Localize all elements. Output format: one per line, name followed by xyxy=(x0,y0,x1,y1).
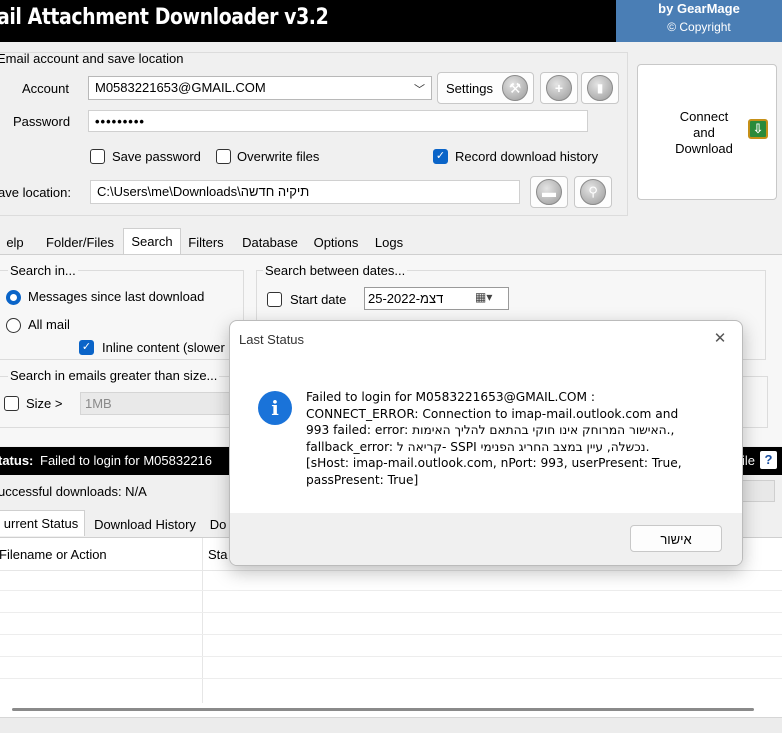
connect-line2: and xyxy=(693,125,715,140)
grid-line xyxy=(0,656,782,657)
bottom-strip xyxy=(0,717,782,733)
download-icon: ⇩ xyxy=(748,119,768,139)
tab-logs[interactable]: Logs xyxy=(367,230,411,254)
grid-line xyxy=(0,678,782,679)
grid-line xyxy=(0,612,782,613)
brand-box[interactable]: by GearMage © Copyright xyxy=(616,0,782,42)
save-password-label: Save password xyxy=(112,149,201,164)
progress-field xyxy=(741,480,775,502)
help-icon[interactable]: ? xyxy=(760,451,777,469)
tab-database[interactable]: Database xyxy=(236,230,304,254)
calendar-icon: ▦▾ xyxy=(475,290,493,304)
dates-title: Search between dates... xyxy=(263,263,408,278)
dialog-title: Last Status xyxy=(239,332,305,347)
chevron-down-icon: ﹀ xyxy=(414,84,425,96)
start-date-picker[interactable]: 25-דצמ-2022 ▦▾ xyxy=(364,287,509,310)
connect-label: Connect and Download xyxy=(656,109,752,157)
message-line: CONNECT_ERROR: Connection to imap-mail.o… xyxy=(306,406,679,421)
all-mail-radio[interactable] xyxy=(6,318,21,333)
tab-current-status[interactable]: urrent Status xyxy=(0,510,85,536)
search-in-title: Search in... xyxy=(8,263,78,278)
dialog-close-button[interactable]: ✕ xyxy=(708,329,732,351)
connect-line3: Download xyxy=(675,141,733,156)
size-group-title: Search in emails greater than size... xyxy=(8,368,220,383)
tab-download-history[interactable]: Download History xyxy=(88,512,202,536)
save-password-checkbox[interactable] xyxy=(90,149,105,164)
brand-by: by GearMage xyxy=(658,1,740,16)
message-line: Failed to login for M0583221653@GMAIL.CO… xyxy=(306,390,595,404)
wrench-icon: ⚒ xyxy=(502,75,528,101)
all-mail-label: All mail xyxy=(28,317,70,332)
message-line: fallback_error: קריאה ל- SSPI נכשלה, עיי… xyxy=(306,439,650,454)
message-line: 993 failed: error: האישור המרוחק אינו חו… xyxy=(306,423,675,438)
col-filename: Filename or Action xyxy=(0,547,107,562)
status-right-text: ile xyxy=(742,453,756,468)
grid-line xyxy=(0,590,782,591)
since-last-radio[interactable] xyxy=(6,290,21,305)
record-history-checkbox[interactable]: ✓ xyxy=(433,149,448,164)
account-group-title: Email account and save location xyxy=(0,51,184,66)
save-location-input[interactable]: C:\Users\me\Downloads\תיקיה חדשה xyxy=(90,180,520,204)
size-checkbox[interactable] xyxy=(4,396,19,411)
since-last-label: Messages since last download xyxy=(28,289,205,304)
account-value: M0583221653@GMAIL.COM xyxy=(95,80,266,95)
overwrite-files-label: Overwrite files xyxy=(237,149,320,164)
info-icon: i xyxy=(258,391,292,425)
password-input[interactable]: ••••••••• xyxy=(88,110,588,132)
tab-options[interactable]: Options xyxy=(307,230,365,254)
tab-filters[interactable]: Filters xyxy=(182,230,230,254)
ok-button[interactable]: אישור xyxy=(630,525,722,552)
app-title: ail Attachment Downloader v3.2 xyxy=(0,5,329,30)
overwrite-files-checkbox[interactable] xyxy=(216,149,231,164)
open-folder-button[interactable]: ⚲ xyxy=(574,176,612,208)
password-label: Password xyxy=(13,114,71,129)
status-text: Failed to login for M05832216 xyxy=(40,453,213,468)
dialog-message: Failed to login for M0583221653@GMAIL.CO… xyxy=(306,389,726,489)
connect-line1: Connect xyxy=(679,109,729,124)
trash-icon: ▮ xyxy=(587,75,613,101)
magnifier-icon: ⚲ xyxy=(580,179,606,205)
tab-downloads-partial[interactable]: Do xyxy=(206,512,230,536)
size-combo[interactable]: 1MB xyxy=(80,392,230,415)
col-status: Sta xyxy=(208,547,228,562)
browse-folder-button[interactable]: ▬ xyxy=(530,176,568,208)
settings-label: Settings xyxy=(446,81,493,96)
last-status-dialog: Last Status ✕ i Failed to login for M058… xyxy=(229,320,743,566)
successful-downloads: uccessful downloads: N/A xyxy=(0,484,147,499)
tab-help[interactable]: elp xyxy=(0,230,32,254)
horizontal-scrollbar[interactable] xyxy=(12,708,754,711)
plus-icon: + xyxy=(546,75,572,101)
tab-search[interactable]: Search xyxy=(123,228,181,254)
tab-folder-files[interactable]: Folder/Files xyxy=(40,230,120,254)
inline-content-label: Inline content (slower xyxy=(102,340,225,355)
message-line: passPresent: True] xyxy=(306,472,419,487)
inline-content-checkbox[interactable]: ✓ xyxy=(79,340,94,355)
start-date-checkbox[interactable] xyxy=(267,292,282,307)
dialog-footer: אישור xyxy=(230,513,742,565)
start-date-value: 25-דצמ-2022 xyxy=(368,291,444,306)
delete-account-button[interactable]: ▮ xyxy=(581,72,619,104)
size-label: Size > xyxy=(26,396,63,411)
status-label: tatus: xyxy=(0,453,34,468)
connect-download-button[interactable]: Connect and Download ⇩ xyxy=(637,64,777,200)
start-date-label: Start date xyxy=(290,292,347,307)
add-account-button[interactable]: + xyxy=(540,72,578,104)
brand-copyright: © Copyright xyxy=(667,20,731,34)
record-history-label: Record download history xyxy=(455,149,599,164)
message-line: [sHost: imap-mail.outlook.com, nPort: 99… xyxy=(306,456,682,471)
main-tabs: elp Folder/Files Search Filters Database… xyxy=(0,228,782,256)
account-combo[interactable]: M0583221653@GMAIL.COM ﹀ xyxy=(88,76,432,100)
save-location-label: ave location: xyxy=(0,185,71,200)
folder-icon: ▬ xyxy=(536,179,562,205)
settings-button[interactable]: Settings ⚒ xyxy=(437,72,534,104)
grid-line xyxy=(0,634,782,635)
account-label: Account xyxy=(22,81,69,96)
